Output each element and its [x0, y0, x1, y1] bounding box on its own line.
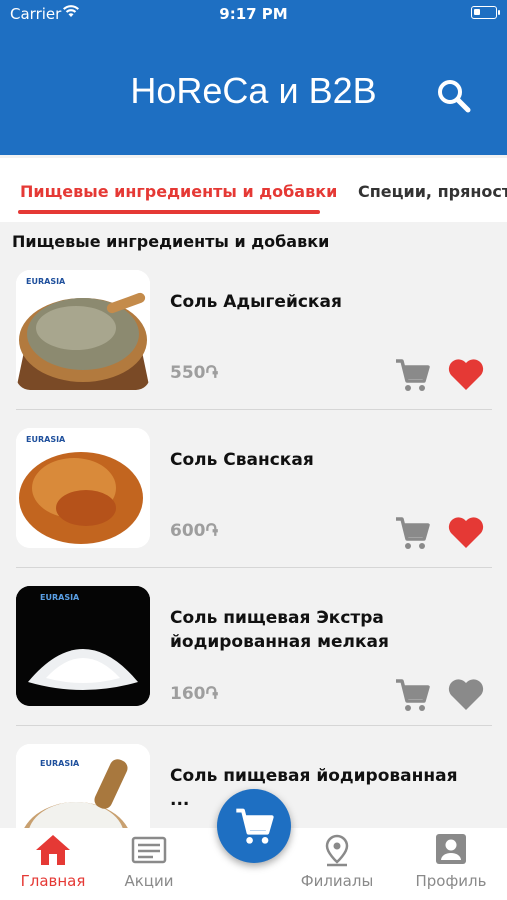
profile-icon: [436, 834, 466, 864]
status-bar: Carrier 9:17 PM: [0, 0, 507, 28]
nav-label-home: Главная: [20, 872, 86, 890]
divider: [16, 725, 492, 726]
product-name: Соль Сванская: [170, 450, 314, 470]
tab-spices[interactable]: Специи, пряности: [358, 182, 507, 201]
search-icon[interactable]: [432, 74, 476, 118]
nav-item-branches[interactable]: Филиалы: [287, 832, 387, 894]
product-name: Соль пищевая йодированная ...: [170, 766, 458, 810]
home-icon: [36, 835, 70, 865]
page-title: HoReCa и B2B: [130, 70, 377, 111]
app-header: Carrier 9:17 PM HoReCa и B2B: [0, 0, 507, 155]
product-image: EURASIA: [16, 428, 150, 548]
thumb-brand: EURASIA: [40, 593, 80, 602]
thumb-brand: EURASIA: [26, 435, 66, 444]
product-image: EURASIA: [16, 586, 150, 706]
favorite-heart-icon[interactable]: [446, 354, 486, 394]
nav-label-profile: Профиль: [415, 872, 487, 890]
add-to-cart-icon[interactable]: [393, 356, 431, 394]
product-name: Соль пищевая Экстра йодированная мелкая: [170, 608, 389, 652]
thumb-brand: EURASIA: [40, 759, 80, 768]
cart-icon: [236, 808, 274, 844]
favorite-heart-icon[interactable]: [446, 674, 486, 714]
nav-item-promotions[interactable]: Акции: [99, 832, 199, 894]
promo-icon: [131, 836, 167, 864]
nav-label-promotions: Акции: [124, 872, 174, 890]
cart-button[interactable]: [217, 789, 291, 863]
product-card[interactable]: EURASIA Соль Сванская 600֏: [0, 416, 507, 574]
product-price: 600֏: [170, 521, 218, 541]
thumb-brand: EURASIA: [26, 277, 66, 286]
product-card[interactable]: EURASIA Соль пищевая Экстра йодированная…: [0, 574, 507, 732]
battery-icon: [471, 6, 500, 19]
nav-item-home[interactable]: Главная: [3, 832, 103, 894]
product-image: EURASIA: [16, 744, 150, 828]
add-to-cart-icon[interactable]: [393, 676, 431, 714]
section-title: Пищевые ингредиенты и добавки: [12, 232, 330, 251]
active-tab-indicator: [18, 210, 320, 214]
product-price: 160֏: [170, 684, 218, 704]
add-to-cart-icon[interactable]: [393, 514, 431, 552]
product-image: EURASIA: [16, 270, 150, 390]
nav-label-branches: Филиалы: [300, 872, 374, 890]
product-price: 550֏: [170, 363, 218, 383]
status-time: 9:17 PM: [219, 5, 288, 23]
divider: [16, 409, 492, 410]
category-tabs: Пищевые ингредиенты и добавки Специи, пр…: [0, 158, 507, 222]
nav-item-profile[interactable]: Профиль: [401, 832, 501, 894]
divider: [16, 567, 492, 568]
product-card[interactable]: EURASIA Соль Адыгейская 550֏: [0, 258, 507, 416]
product-name: Соль Адыгейская: [170, 292, 342, 312]
tab-food-ingredients[interactable]: Пищевые ингредиенты и добавки: [20, 182, 337, 201]
location-icon: [325, 834, 349, 867]
favorite-heart-icon[interactable]: [446, 512, 486, 552]
